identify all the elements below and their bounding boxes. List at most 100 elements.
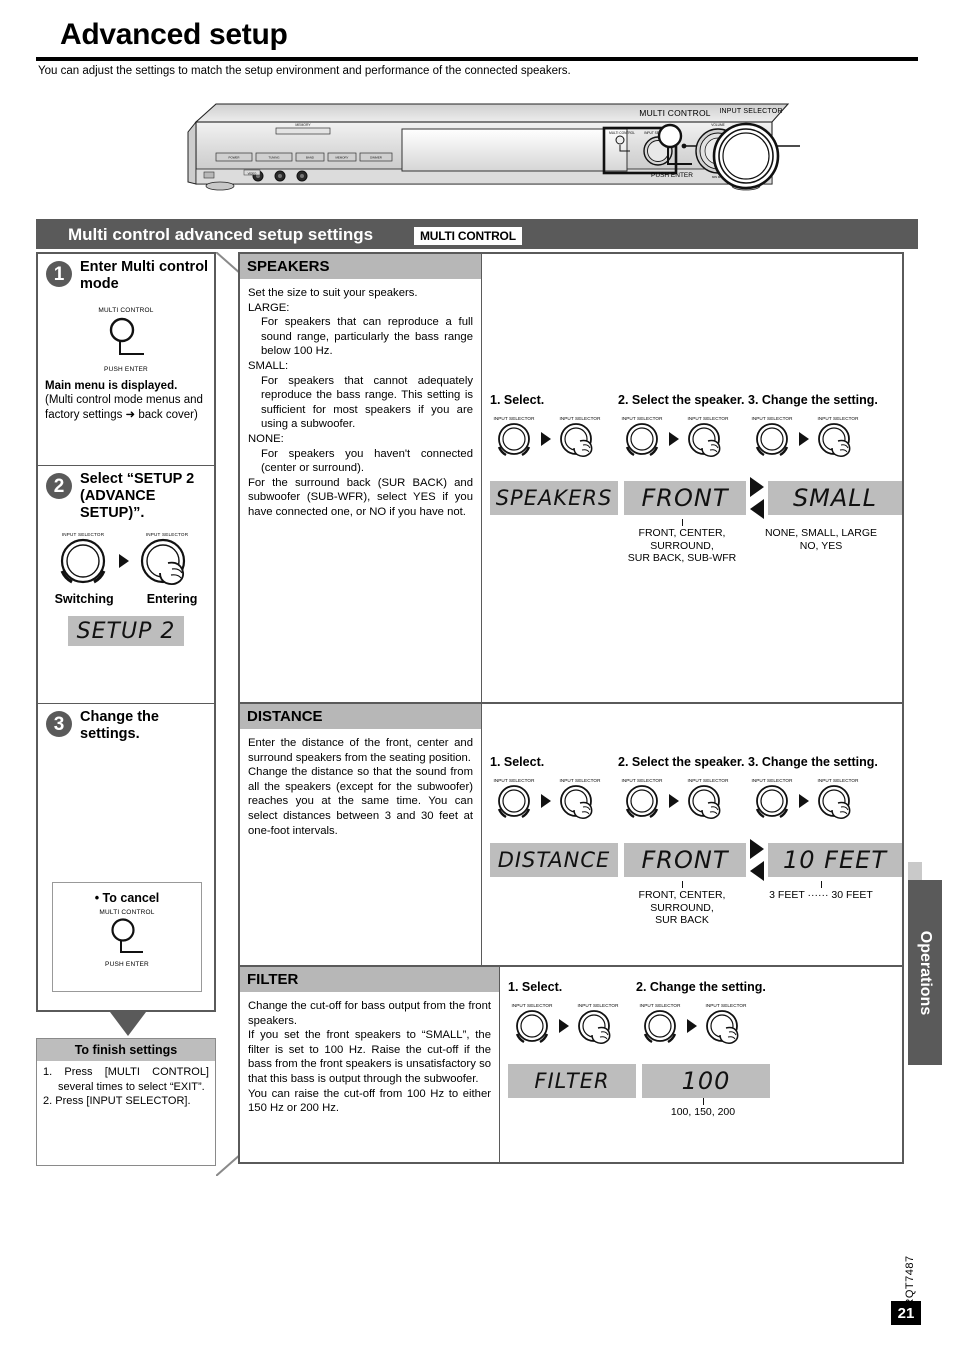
table-row-filter: FILTER Change the cut-off for bass outpu…: [240, 967, 902, 1162]
step-2: 2 Select “SETUP 2 (ADVANCE SETUP)”. INPU…: [38, 466, 214, 704]
finish-settings-line: 1. Press [MULTI CONTROL] several times t…: [43, 1066, 209, 1093]
speakers-down-arrow-icon: [750, 499, 764, 519]
speakers-arrow-icon: [669, 431, 679, 446]
section-title-speakers: SPEAKERS: [240, 254, 481, 279]
speakers-display-1: SPEAKERS: [490, 481, 618, 515]
page-title: Advanced setup: [60, 18, 288, 51]
finish-settings-box: To finish settings 1. Press [MULTI CONTR…: [36, 1038, 216, 1166]
distance-knob-label: INPUT SELECTOR: [493, 778, 535, 783]
filter-body-line: Change the cut-off for bass output from …: [248, 1000, 491, 1027]
step-1-knob-graphic: MULTI CONTROL PUSH ENTER: [38, 307, 214, 373]
page-number: 21: [891, 1301, 921, 1325]
cancel-knob-sub: PUSH ENTER: [105, 961, 149, 968]
step-1-number: 1: [46, 261, 72, 287]
speakers-knob-label: INPUT SELECTOR: [817, 416, 859, 421]
distance-display-2-caption: FRONT, CENTER, SURROUND, SUR BACK: [638, 889, 726, 926]
speakers-arrow-icon: [799, 431, 809, 446]
speakers-body-line: Set the size to suit your speakers.: [248, 287, 418, 299]
svg-text:TUNING: TUNING: [268, 156, 280, 160]
distance-body-line: Enter the distance of the front, center …: [248, 737, 473, 764]
speakers-knob-label: INPUT SELECTOR: [751, 416, 793, 421]
step-3: 3 Change the settings. • To cancel MULTI…: [38, 704, 214, 1006]
finish-settings-line: 2. Press [INPUT SELECTOR].: [43, 1095, 191, 1107]
manual-page: Advanced setup You can adjust the settin…: [0, 0, 954, 1348]
speakers-step-label: 2. Select the speaker.: [618, 393, 745, 407]
page-intro: You can adjust the settings to match the…: [38, 65, 571, 77]
cancel-callout: • To cancel MULTI CONTROL PUSH ENTER: [52, 882, 202, 992]
filter-knob-label: INPUT SELECTOR: [577, 1003, 619, 1008]
svg-text:MULTI CONTROL: MULTI CONTROL: [609, 131, 635, 135]
speakers-dial-pair-2: INPUT SELECTOR INPUT SELECTOR: [618, 416, 748, 465]
speakers-body-line: For speakers you haven't connected (cent…: [261, 447, 473, 475]
distance-step-label: 3. Change the setting.: [748, 755, 878, 769]
step-2-action-left: Switching: [54, 592, 114, 606]
filter-dial-pair-1: INPUT SELECTOR INPUT SELECTOR: [508, 1003, 636, 1052]
distance-display-3: 10 FEET: [768, 843, 902, 877]
distance-description-cell: DISTANCE Enter the distance of the front…: [240, 704, 482, 965]
distance-up-arrow-icon: [750, 839, 764, 859]
filter-arrow-icon: [687, 1018, 697, 1033]
callout-input-selector-knob: [710, 120, 782, 197]
speakers-dial-pair-1: INPUT SELECTOR INPUT SELECTOR: [490, 416, 618, 465]
distance-knob-label: INPUT SELECTOR: [751, 778, 793, 783]
speakers-knob-label: INPUT SELECTOR: [687, 416, 729, 421]
speakers-body-line: NONE:: [248, 432, 284, 445]
step-3-heading: Change the settings.: [80, 709, 159, 742]
callout-input-selector: INPUT SELECTOR: [719, 108, 783, 115]
flow-arrow-icon: [110, 1012, 146, 1036]
distance-step-label: 1. Select.: [490, 755, 545, 769]
section-tab-operations: Operations: [908, 880, 942, 1065]
step-1-heading: Enter Multi control mode: [80, 259, 209, 292]
step-2-arrow-icon: [119, 554, 129, 568]
distance-arrow-icon: [541, 793, 551, 808]
distance-knob-label: INPUT SELECTOR: [687, 778, 729, 783]
callout-multi-control: MULTI CONTROL: [639, 108, 711, 118]
speakers-up-arrow-icon: [750, 477, 764, 497]
filter-knob-label: INPUT SELECTOR: [639, 1003, 681, 1008]
distance-body-line: Change the distance so that the sound fr…: [248, 766, 473, 837]
filter-display-1: FILTER: [508, 1064, 636, 1098]
svg-text:MEMORY: MEMORY: [336, 156, 349, 160]
speakers-knob-label: INPUT SELECTOR: [621, 416, 663, 421]
filter-arrow-icon: [559, 1018, 569, 1033]
filter-knob-label: INPUT SELECTOR: [511, 1003, 553, 1008]
step-2-dial-graphic: INPUT SELECTOR INPUT SELECTOR: [38, 532, 214, 594]
cancel-knob-label: MULTI CONTROL: [99, 909, 155, 916]
svg-text:BAND: BAND: [306, 156, 314, 160]
speakers-knob-label: INPUT SELECTOR: [493, 416, 535, 421]
filter-procedure-cell: 1. Select. 2. Change the setting. INPUT …: [500, 967, 902, 1162]
step-2-heading: Select “SETUP 2 (ADVANCE SETUP)”.: [80, 471, 195, 521]
step-1-knob-label: MULTI CONTROL: [98, 307, 154, 314]
distance-down-arrow-icon: [750, 861, 764, 881]
speakers-step-label: 3. Change the setting.: [748, 393, 878, 407]
speakers-display-2: FRONT: [624, 481, 746, 515]
filter-display-2: 100: [642, 1064, 770, 1098]
speakers-procedure-cell: 1. Select. 2. Select the speaker. 3. Cha…: [482, 254, 902, 702]
filter-dial-pair-2: INPUT SELECTOR INPUT SELECTOR: [636, 1003, 766, 1052]
section-band-chip: MULTI CONTROL: [414, 227, 522, 245]
distance-dial-pair-2: INPUT SELECTOR INPUT SELECTOR: [618, 778, 748, 827]
step-1-note-bold: Main menu is displayed.: [45, 380, 178, 392]
distance-knob-label: INPUT SELECTOR: [559, 778, 601, 783]
speakers-body-line: For speakers that cannot adequately repr…: [261, 374, 473, 431]
settings-table: SPEAKERS Set the size to suit your speak…: [238, 252, 904, 1164]
section-title-distance: DISTANCE: [240, 704, 481, 729]
table-row-distance: DISTANCE Enter the distance of the front…: [240, 704, 902, 967]
filter-description-cell: FILTER Change the cut-off for bass outpu…: [240, 967, 500, 1162]
step-2-number: 2: [46, 473, 72, 499]
section-tab-label: Operations: [917, 930, 934, 1015]
title-divider: [36, 57, 918, 61]
svg-text:MEMORY: MEMORY: [295, 123, 311, 127]
step-1-note: (Multi control mode menus and factory se…: [45, 394, 203, 421]
speakers-display-2-caption: FRONT, CENTER, SURROUND, SUR BACK, SUB-W…: [627, 527, 737, 564]
filter-body-line: You can raise the cut-off from 100 Hz to…: [248, 1087, 491, 1115]
filter-knob-label: INPUT SELECTOR: [705, 1003, 747, 1008]
table-row-speakers: SPEAKERS Set the size to suit your speak…: [240, 254, 902, 704]
distance-display-1: DISTANCE: [490, 843, 618, 877]
document-code-label: RQT7487: [904, 1255, 916, 1307]
section-title-filter: FILTER: [240, 967, 499, 992]
callout-multi-control-knob: [648, 122, 704, 183]
speakers-dial-pair-3: INPUT SELECTOR INPUT SELECTOR: [748, 416, 878, 465]
svg-text:POWER: POWER: [229, 156, 240, 160]
step-2-action-right: Entering: [146, 592, 198, 606]
